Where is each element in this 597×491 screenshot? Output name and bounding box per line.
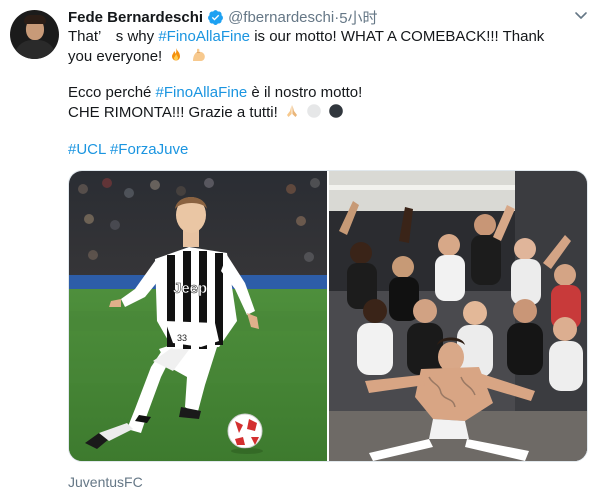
photo-team-celebration[interactable] <box>329 171 587 461</box>
author-avatar[interactable] <box>10 10 59 59</box>
folded-hands-emoji <box>286 105 297 117</box>
text-segment: è il nostro motto! <box>247 84 363 101</box>
hashtag-link-forzajuve[interactable]: #ForzaJuve <box>110 141 188 158</box>
tweet-hashtags: #UCL #ForzaJuve <box>68 140 588 160</box>
text-segment: you everyone! <box>68 48 163 65</box>
white-circle-emoji <box>307 104 321 118</box>
flexed-biceps-emoji <box>192 48 205 61</box>
tweet-header: Fede Bernardeschi @fbernardeschi · 5小时 <box>68 7 378 27</box>
media-source-attribution[interactable]: JuventusFC <box>68 474 143 490</box>
tweet-text-line-3: Ecco perché #FinoAllaFine è il nostro mo… <box>68 83 588 103</box>
shirt-sponsor-text: Jeep <box>173 280 207 297</box>
chevron-down-icon[interactable] <box>573 7 589 23</box>
black-circle-emoji <box>329 104 344 118</box>
tweet-text-line-1: That’ s why #FinoAllaFine is our motto! … <box>68 27 588 47</box>
photo-player-with-ball[interactable]: Jeep 33 <box>69 171 327 461</box>
hashtag-link-finoallafine-it[interactable]: #FinoAllaFine <box>156 84 248 101</box>
text-segment: Ecco perché <box>68 84 156 101</box>
hashtag-link-finoallafine[interactable]: #FinoAllaFine <box>158 28 250 45</box>
text-segment: CHE RIMONTA!!! Grazie a tutti! <box>68 104 278 121</box>
author-name[interactable]: Fede Bernardeschi <box>68 9 203 26</box>
tweet-text-line-2: you everyone! <box>68 47 588 67</box>
hashtag-link-ucl[interactable]: #UCL <box>68 141 106 158</box>
verified-badge-icon <box>208 9 223 25</box>
fire-emoji <box>172 48 181 61</box>
text-segment: That’ s why <box>68 28 159 45</box>
tweet-text-line-4: CHE RIMONTA!!! Grazie a tutti! <box>68 103 588 123</box>
author-handle[interactable]: @fbernardeschi <box>228 9 334 26</box>
shorts-number: 33 <box>177 333 187 343</box>
text-segment: is our motto! WHAT A COMEBACK!!! Thank <box>250 28 545 45</box>
media-grid: Jeep 33 <box>68 170 588 462</box>
tweet-timestamp[interactable]: 5小时 <box>339 7 377 28</box>
